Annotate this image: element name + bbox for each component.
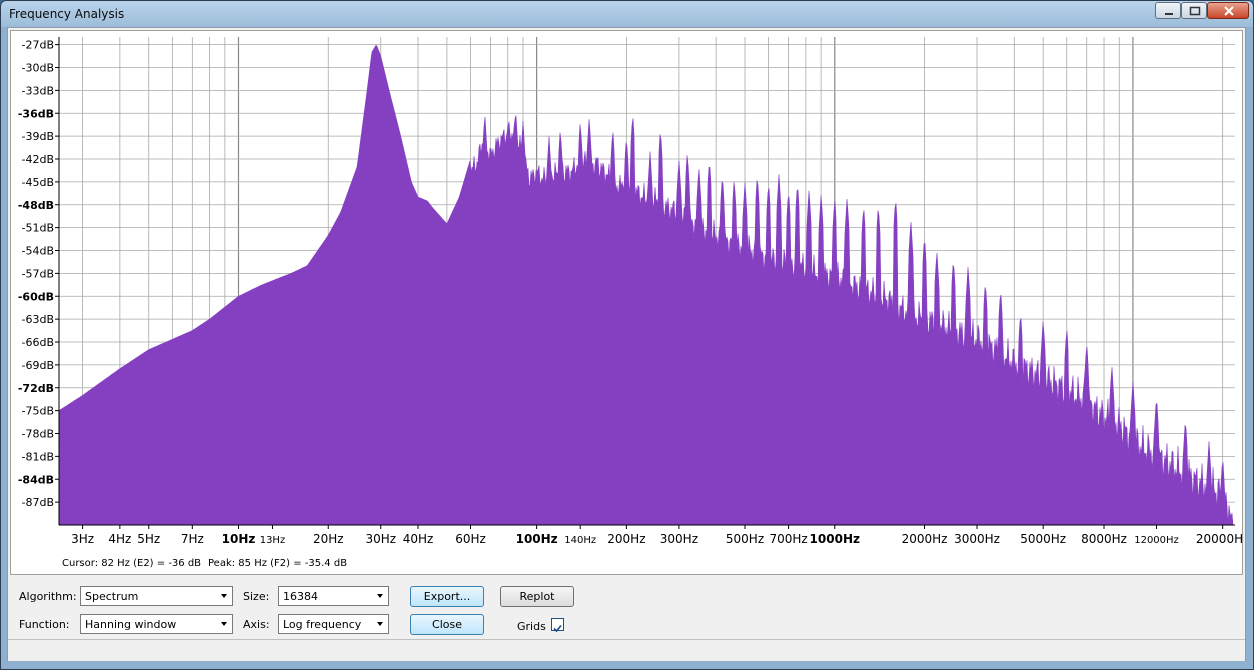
x-tick-label: 60Hz	[455, 532, 486, 546]
spectrum-chart[interactable]: -27dB -30dB -33dB -36dB -39dB -42dB -45dB -48dB…	[11, 31, 1242, 574]
export-button[interactable]: Export...	[410, 586, 484, 607]
x-tick-label: 40Hz	[403, 532, 434, 546]
x-tick-label: 140Hz	[564, 535, 596, 546]
y-tick-label: -39dB	[22, 130, 55, 143]
status-bar	[8, 639, 1245, 661]
function-value: Hanning window	[85, 618, 177, 631]
x-tick-label: 200Hz	[607, 532, 645, 546]
x-tick-label: 10Hz	[222, 532, 256, 546]
y-tick-label: -51dB	[22, 222, 55, 235]
x-tick-label: 500Hz	[726, 532, 764, 546]
y-tick-label: -66dB	[22, 336, 55, 349]
x-tick-label: 700Hz	[769, 532, 807, 546]
x-axis-ticks: 3Hz 4Hz 5Hz 7Hz 10Hz 13Hz 20Hz 30Hz 40Hz 60Hz 100H…	[71, 525, 1242, 546]
peak-readout: Peak: 85 Hz (F2) = -35.4 dB	[208, 558, 348, 569]
size-value: 16384	[283, 590, 318, 603]
algorithm-select[interactable]: Spectrum	[80, 586, 233, 606]
chevron-down-icon	[221, 622, 227, 626]
function-label: Function:	[19, 618, 70, 631]
x-tick-label: 20Hz	[313, 532, 344, 546]
y-tick-label: -27dB	[22, 39, 55, 52]
maximize-button[interactable]	[1181, 2, 1207, 19]
x-tick-label: 13Hz	[260, 535, 286, 546]
close-icon	[1224, 6, 1234, 16]
spectrum-area-fill	[58, 44, 1235, 526]
x-tick-label: 3000Hz	[954, 532, 1000, 546]
plot-panel: -27dB -30dB -33dB -36dB -39dB -42dB -45dB -48dB…	[10, 30, 1243, 575]
x-tick-label: 8000Hz	[1081, 532, 1127, 546]
window-title: Frequency Analysis	[9, 7, 125, 21]
x-tick-label: 2000Hz	[902, 532, 948, 546]
frequency-analysis-window: Frequency Analysis -27dB -30dB -33dB -36dB -…	[0, 0, 1254, 670]
algorithm-label: Algorithm:	[19, 590, 77, 603]
y-tick-label: -48dB	[18, 199, 54, 212]
axis-value: Log frequency	[283, 618, 362, 631]
grids-checkbox[interactable]	[551, 618, 564, 633]
x-tick-label: 4Hz	[108, 532, 131, 546]
y-tick-label: -42dB	[22, 153, 55, 166]
chevron-down-icon	[377, 622, 383, 626]
y-tick-label: -81dB	[22, 450, 55, 463]
minimize-icon	[1165, 13, 1173, 15]
axis-label: Axis:	[243, 618, 270, 631]
algorithm-value: Spectrum	[85, 590, 139, 603]
y-tick-label: -30dB	[22, 62, 55, 75]
close-button[interactable]: Close	[410, 614, 484, 635]
x-tick-label: 3Hz	[71, 532, 94, 546]
grids-label: Grids	[517, 620, 546, 633]
size-select[interactable]: 16384	[278, 586, 389, 606]
title-bar[interactable]: Frequency Analysis	[1, 1, 1253, 27]
dialog-client-area: -27dB -30dB -33dB -36dB -39dB -42dB -45dB -48dB…	[7, 27, 1246, 661]
y-tick-label: -57dB	[22, 267, 55, 280]
x-tick-label: 20000Hz	[1196, 532, 1242, 546]
y-tick-label: -54dB	[22, 245, 55, 258]
x-tick-label: 5000Hz	[1020, 532, 1066, 546]
x-tick-label: 12000Hz	[1134, 535, 1179, 546]
y-tick-label: -75dB	[22, 405, 55, 418]
y-tick-label: -72dB	[18, 382, 54, 395]
y-tick-label: -33dB	[22, 84, 55, 97]
x-tick-label: 1000Hz	[810, 532, 860, 546]
x-tick-label: 5Hz	[137, 532, 160, 546]
y-tick-label: -36dB	[18, 107, 54, 120]
replot-button[interactable]: Replot	[500, 586, 574, 607]
y-tick-label: -45dB	[22, 176, 55, 189]
function-select[interactable]: Hanning window	[80, 614, 233, 634]
maximize-icon	[1189, 6, 1201, 16]
checkmark-icon	[553, 624, 562, 633]
y-axis-ticks: -27dB -30dB -33dB -36dB -39dB -42dB -45dB -48dB…	[18, 39, 59, 509]
spectrum-area	[58, 44, 1235, 526]
y-tick-label: -63dB	[22, 313, 55, 326]
y-tick-label: -84dB	[18, 473, 54, 486]
chevron-down-icon	[377, 594, 383, 598]
close-window-button[interactable]	[1207, 2, 1249, 19]
y-tick-label: -60dB	[18, 290, 54, 303]
x-tick-label: 300Hz	[660, 532, 698, 546]
y-tick-label: -69dB	[22, 359, 55, 372]
y-tick-label: -78dB	[22, 428, 55, 441]
x-tick-label: 100Hz	[516, 532, 558, 546]
x-tick-label: 30Hz	[365, 532, 396, 546]
x-tick-label: 7Hz	[181, 532, 204, 546]
minimize-button[interactable]	[1155, 2, 1181, 19]
axis-select[interactable]: Log frequency	[278, 614, 389, 634]
cursor-readout: Cursor: 82 Hz (E2) = -36 dB	[62, 558, 202, 569]
y-tick-label: -87dB	[22, 496, 55, 509]
chevron-down-icon	[221, 594, 227, 598]
size-label: Size:	[243, 590, 270, 603]
